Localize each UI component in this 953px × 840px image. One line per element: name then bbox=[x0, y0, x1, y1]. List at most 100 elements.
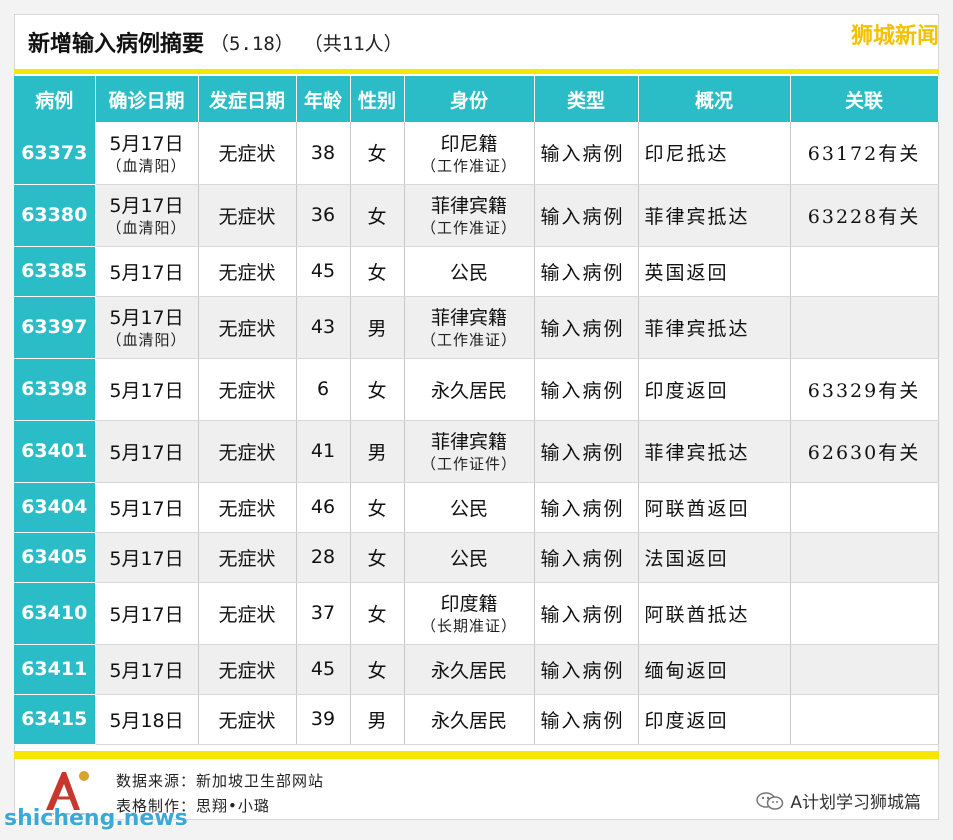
page-title: 新增输入病例摘要 bbox=[28, 32, 205, 57]
link-cell bbox=[790, 694, 939, 745]
case-id-cell: 63385 bbox=[14, 246, 96, 297]
summary-cell: 印度返回 bbox=[638, 694, 791, 745]
onset-cell: 无症状 bbox=[198, 184, 297, 247]
table-row: 63410 5月17日 无症状 37 女 印度籍 （长期准证） 输入病例 阿联酋抵达 bbox=[14, 582, 939, 645]
summary-cell: 菲律宾抵达 bbox=[638, 184, 791, 247]
col-header-link: 关联 bbox=[790, 76, 939, 122]
type-cell: 输入病例 bbox=[534, 246, 639, 297]
link-cell: 63329有关 bbox=[790, 358, 939, 421]
col-header-type: 类型 bbox=[534, 76, 639, 122]
sex-cell: 女 bbox=[350, 532, 405, 583]
identity-cell-note: （工作准证） bbox=[420, 156, 517, 175]
identity-cell-note: （工作准证） bbox=[420, 331, 517, 349]
sex-cell: 男 bbox=[350, 420, 405, 483]
age-cell: 45 bbox=[296, 644, 351, 695]
onset-cell: 无症状 bbox=[198, 644, 297, 695]
identity-cell-value: 印尼籍 bbox=[440, 132, 498, 155]
link-cell bbox=[790, 246, 939, 297]
confirm-date-cell-value: 5月17日 bbox=[109, 307, 184, 329]
type-cell: 输入病例 bbox=[534, 358, 639, 421]
sex-cell: 男 bbox=[350, 694, 405, 745]
sex-cell: 女 bbox=[350, 644, 405, 695]
identity-cell: 永久居民 bbox=[404, 644, 535, 695]
onset-cell: 无症状 bbox=[198, 420, 297, 483]
wechat-icon bbox=[756, 791, 784, 810]
case-id-cell: 63401 bbox=[14, 420, 96, 483]
identity-cell-note: （工作证件） bbox=[420, 455, 517, 473]
type-cell: 输入病例 bbox=[534, 296, 639, 359]
age-cell: 45 bbox=[296, 246, 351, 297]
link-cell bbox=[790, 296, 939, 359]
onset-cell: 无症状 bbox=[198, 296, 297, 359]
age-cell: 28 bbox=[296, 532, 351, 583]
type-cell: 输入病例 bbox=[534, 582, 639, 645]
confirm-date-cell: 5月17日 （血清阳） bbox=[95, 122, 199, 185]
type-cell: 输入病例 bbox=[534, 184, 639, 247]
type-cell: 输入病例 bbox=[534, 532, 639, 583]
summary-cell: 缅甸返回 bbox=[638, 644, 791, 695]
sex-cell: 女 bbox=[350, 246, 405, 297]
case-count: （共11人） bbox=[303, 32, 403, 55]
type-cell: 输入病例 bbox=[534, 122, 639, 185]
onset-cell: 无症状 bbox=[198, 122, 297, 185]
sex-cell: 男 bbox=[350, 296, 405, 359]
sex-cell: 女 bbox=[350, 482, 405, 533]
confirm-date-cell-value: 5月17日 bbox=[109, 195, 184, 217]
bottom-divider bbox=[14, 751, 939, 759]
type-cell: 输入病例 bbox=[534, 482, 639, 533]
identity-cell: 永久居民 bbox=[404, 358, 535, 421]
identity-cell: 公民 bbox=[404, 246, 535, 297]
identity-cell-value: 印度籍 bbox=[440, 593, 498, 615]
age-cell: 36 bbox=[296, 184, 351, 247]
age-cell: 43 bbox=[296, 296, 351, 359]
case-id-cell: 63410 bbox=[14, 582, 96, 645]
confirm-date-cell: 5月17日 bbox=[95, 482, 199, 533]
case-id-cell: 63411 bbox=[14, 644, 96, 695]
table-row: 63397 5月17日 （血清阳） 无症状 43 男 菲律宾籍 （工作准证） 输入病例 菲律宾抵达 bbox=[14, 296, 939, 359]
confirm-date-cell: 5月18日 bbox=[95, 694, 199, 745]
table-row: 63373 5月17日 （血清阳） 无症状 38 女印尼籍 （工作准证） 输入病例 印尼抵达 63… bbox=[14, 122, 939, 185]
table-row: 63405 5月17日 无症状 28 女公民 输入病例 法国返回 bbox=[14, 532, 939, 583]
table-header-row: 病例 确诊日期 发症日期 年龄 性别 身份 类型 概况 关联 bbox=[14, 76, 939, 122]
age-cell: 39 bbox=[296, 694, 351, 745]
report-date: （5.18） bbox=[210, 32, 294, 55]
link-cell: 63172有关 bbox=[790, 122, 939, 185]
case-id-cell: 63380 bbox=[14, 184, 96, 247]
sex-cell: 女 bbox=[350, 582, 405, 645]
col-header-identity: 身份 bbox=[404, 76, 535, 122]
age-cell: 41 bbox=[296, 420, 351, 483]
col-header-confirm-date: 确诊日期 bbox=[95, 76, 199, 122]
onset-cell: 无症状 bbox=[198, 246, 297, 297]
age-cell: 46 bbox=[296, 482, 351, 533]
summary-cell: 印尼抵达 bbox=[638, 122, 791, 185]
onset-cell: 无症状 bbox=[198, 532, 297, 583]
onset-cell: 无症状 bbox=[198, 694, 297, 745]
type-cell: 输入病例 bbox=[534, 644, 639, 695]
type-cell: 输入病例 bbox=[534, 694, 639, 745]
identity-cell-note: （长期准证） bbox=[420, 617, 517, 635]
link-cell bbox=[790, 532, 939, 583]
summary-cell: 法国返回 bbox=[638, 532, 791, 583]
link-cell bbox=[790, 582, 939, 645]
link-cell bbox=[790, 482, 939, 533]
age-cell: 6 bbox=[296, 358, 351, 421]
identity-cell-value: 菲律宾籍 bbox=[430, 307, 507, 329]
title-bar: 新增输入病例摘要 （5.18） （共11人） bbox=[14, 14, 939, 70]
confirm-date-cell: 5月17日 （血清阳） bbox=[95, 184, 199, 247]
case-id-cell: 63404 bbox=[14, 482, 96, 533]
identity-cell: 菲律宾籍 （工作证件） bbox=[404, 420, 535, 483]
data-source: 数据来源：新加坡卫生部网站 bbox=[116, 772, 325, 790]
wechat-account-name: A计划学习狮城篇 bbox=[790, 793, 921, 813]
age-cell: 37 bbox=[296, 582, 351, 645]
confirm-date-cell: 5月17日 bbox=[95, 246, 199, 297]
brand-logo-text: 狮城新闻 bbox=[850, 24, 939, 49]
wechat-account: A计划学习狮城篇 bbox=[756, 788, 921, 813]
identity-cell: 永久居民 bbox=[404, 694, 535, 745]
confirm-date-cell: 5月17日 （血清阳） bbox=[95, 296, 199, 359]
summary-cell: 阿联酋返回 bbox=[638, 482, 791, 533]
onset-cell: 无症状 bbox=[198, 482, 297, 533]
confirm-date-cell: 5月17日 bbox=[95, 358, 199, 421]
identity-cell: 公民 bbox=[404, 482, 535, 533]
top-divider bbox=[14, 69, 939, 74]
confirm-date-cell-note: （血清阳） bbox=[106, 156, 187, 175]
